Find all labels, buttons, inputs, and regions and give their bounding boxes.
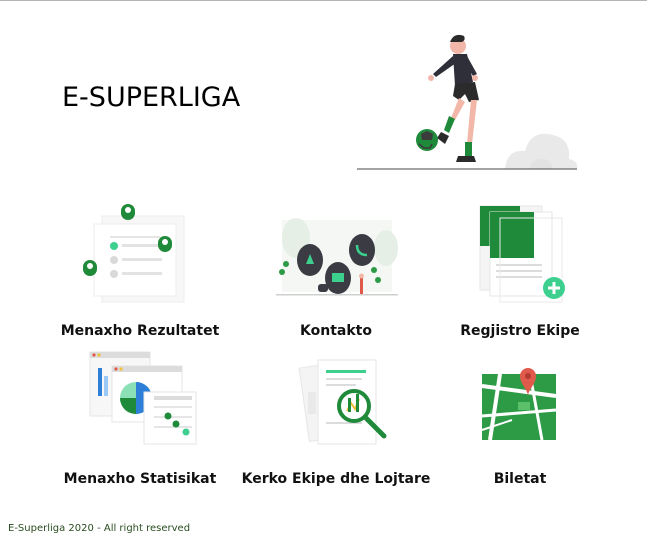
football-player-illustration [357,34,578,170]
contact-illustration-icon [276,218,398,296]
menu-tile-contact[interactable]: Kontakto [246,198,426,339]
page-title: E-SUPERLIGA [62,82,241,113]
menu-label: Menaxho Statisikat [63,471,217,487]
top-divider [0,0,647,1]
menu-tile-statistics[interactable]: Menaxho Statisikat [50,346,230,487]
footer-copyright: E-Superliga 2020 - All right reserved [8,523,191,534]
register-team-illustration-icon [479,205,565,303]
menu-tile-tickets[interactable]: Biletat [430,346,610,487]
results-illustration-icon [83,204,185,303]
menu-label: Regjistro Ekipe [460,323,580,339]
menu-tile-search[interactable]: Kerko Ekipe dhe Lojtare [242,346,430,487]
menu-tile-results[interactable]: Menaxho Rezultatet [50,198,230,339]
search-illustration-icon [298,359,387,445]
map-tickets-illustration-icon [481,368,557,441]
menu-tile-register-team[interactable]: Regjistro Ekipe [430,198,610,339]
statistics-illustration-icon [89,351,197,445]
menu-label: Biletat [493,471,547,487]
menu-label: Menaxho Rezultatet [60,323,220,339]
